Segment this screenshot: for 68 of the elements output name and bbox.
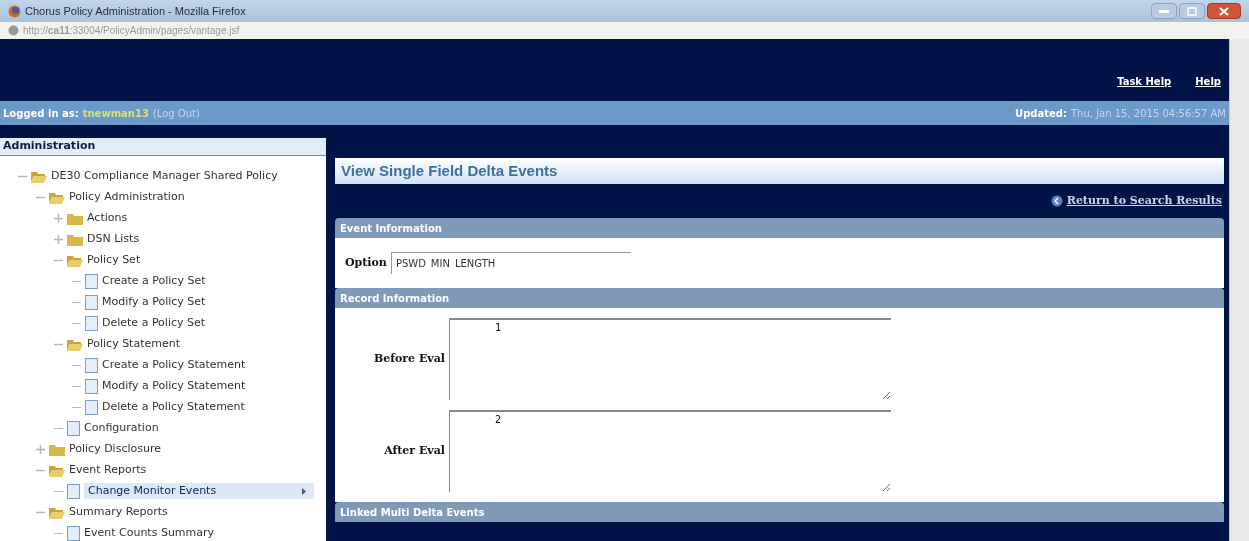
tree-item[interactable]: Create a Policy Set [102,272,206,290]
field-label: Option [345,254,387,271]
tree-item[interactable]: Event Reports [69,461,147,479]
page-icon [67,483,80,499]
tree-item[interactable]: DE30 Compliance Manager Shared Policy [51,167,278,185]
help-link[interactable]: Help [1195,74,1221,89]
browser-logo-icon [8,4,21,18]
page-icon [67,420,80,436]
tree-item[interactable]: Modify a Policy Set [102,293,206,311]
page-icon [85,294,98,310]
open-folder-icon [49,463,65,477]
tree-item[interactable]: Configuration [84,419,159,437]
open-folder-icon [49,505,65,519]
tree-item[interactable]: Event Counts Summary [84,524,215,541]
tree-item[interactable]: DSN Lists [87,230,140,248]
close-button[interactable] [1207,3,1241,19]
tree-item[interactable]: Actions [87,209,128,227]
folder-icon [49,442,65,456]
maximize-button[interactable] [1179,3,1205,19]
tree-item[interactable]: Policy Set [87,251,141,269]
page-icon [85,357,98,373]
tree-item[interactable]: Policy Disclosure [69,440,161,458]
folder-icon [67,232,83,246]
minimize-button[interactable] [1151,3,1177,19]
window-title: Chorus Policy Administration - Mozilla Firefox [25,3,246,19]
expand-toggle-icon[interactable] [54,234,63,244]
updated-time: Thu, Jan 15, 2015 04:56:57 AM [1071,106,1226,121]
section-header: Event Information [335,218,1224,238]
text-area[interactable]: 2 [449,410,891,492]
maximize-icon [1187,6,1197,16]
tree-item[interactable]: Delete a Policy Set [102,314,206,332]
tree-item[interactable]: Change Monitor Events [84,482,314,500]
scrollbar[interactable] [1229,39,1249,541]
section-header: Record Information [335,288,1224,308]
folder-icon [67,211,83,225]
open-folder-icon [49,190,65,204]
help-link[interactable]: Task Help [1117,74,1172,89]
globe-icon [8,25,19,36]
page-icon [85,399,98,415]
page-icon [67,525,80,541]
return-link[interactable]: Return to Search Results [1066,192,1222,210]
updated-label: Updated: [1015,106,1067,121]
minimize-icon [1159,9,1169,13]
tree-item[interactable]: Delete a Policy Statement [102,398,245,416]
open-folder-icon [67,253,83,267]
tree-item[interactable]: Create a Policy Statement [102,356,246,374]
page-icon [85,315,98,331]
page-icon [85,273,98,289]
tree-item[interactable]: Policy Administration [69,188,185,206]
tree-item[interactable]: Summary Reports [69,503,168,521]
user-name: tnewman13 [82,106,149,121]
expand-toggle-icon[interactable] [54,213,63,223]
open-folder-icon [31,169,47,183]
text-area[interactable]: 1 [449,318,891,400]
section-header: Linked Multi Delta Events [335,502,1224,522]
open-folder-icon [67,337,83,351]
tree-item[interactable]: Policy Statement [87,335,181,353]
expand-toggle-icon[interactable] [36,444,45,454]
option-field[interactable]: PSWD_MIN_LENGTH [390,252,631,274]
tree-item[interactable]: Modify a Policy Statement [102,377,246,395]
page-title: View Single Field Delta Events [341,160,558,181]
logged-in-label: Logged in as: [3,106,79,121]
page-icon [85,378,98,394]
sidebar-title: Administration [3,138,96,154]
arrow-icon [302,487,306,495]
field-label: After Eval [383,442,445,459]
close-icon [1219,6,1229,16]
field-label: Before Eval [372,350,445,367]
